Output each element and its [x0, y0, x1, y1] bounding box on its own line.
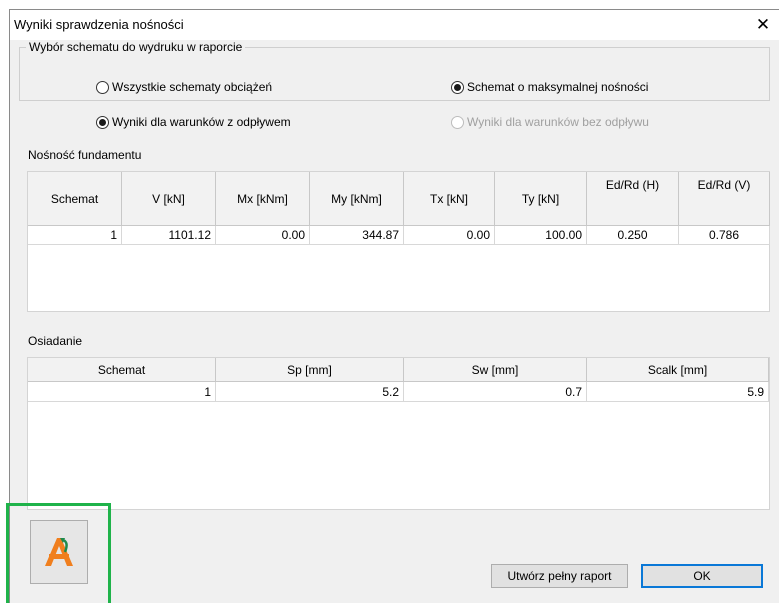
table-cell[interactable]: 5.2 [216, 382, 404, 402]
column-header[interactable]: Scalk [mm] [587, 358, 769, 382]
column-header[interactable]: Tx [kN] [404, 172, 495, 226]
column-header[interactable]: Ty [kN] [495, 172, 587, 226]
table-cell[interactable]: 0.250 [587, 226, 679, 245]
radio-selected-icon [96, 115, 109, 129]
settlement-header-row: Schemat Sp [mm] Sw [mm] Scalk [mm] [28, 358, 769, 382]
column-header[interactable]: Sp [mm] [216, 358, 404, 382]
column-header[interactable]: Ed/Rd (H) [587, 172, 679, 226]
column-header[interactable]: Schemat [28, 172, 122, 226]
table-cell[interactable]: 0.00 [404, 226, 495, 245]
capacity-table[interactable]: Schemat V [kN] Mx [kNm] My [kNm] Tx [kN]… [27, 171, 770, 312]
radio-circle-icon [451, 115, 464, 129]
radio-selected-icon [451, 80, 464, 94]
table-cell[interactable]: 1101.12 [122, 226, 216, 245]
radio-undrained: Wyniki dla warunków bez odpływu [451, 115, 649, 129]
table-row[interactable]: 1 1101.12 0.00 344.87 0.00 100.00 0.250 … [28, 226, 770, 245]
settlement-table[interactable]: Schemat Sp [mm] Sw [mm] Scalk [mm] 1 5.2… [27, 357, 770, 510]
title-bar: Wyniki sprawdzenia nośności ✕ [10, 10, 779, 40]
close-icon[interactable]: ✕ [746, 10, 779, 40]
radio-max-capacity[interactable]: Schemat o maksymalnej nośności [451, 80, 648, 94]
table-cell[interactable]: 1 [28, 382, 216, 402]
capacity-header-row: Schemat V [kN] Mx [kNm] My [kNm] Tx [kN]… [28, 172, 770, 226]
column-header[interactable]: V [kN] [122, 172, 216, 226]
table-cell[interactable]: 1 [28, 226, 122, 245]
table-cell[interactable]: 100.00 [495, 226, 587, 245]
capacity-section-label: Nośność fundamentu [28, 148, 142, 162]
table-cell[interactable]: 0.7 [404, 382, 587, 402]
column-header[interactable]: My [kNm] [310, 172, 404, 226]
column-header[interactable]: Ed/Rd (V) [679, 172, 770, 226]
ok-button[interactable]: OK [641, 564, 763, 588]
app-logo-icon [45, 538, 73, 566]
settlement-section-label: Osiadanie [28, 334, 83, 348]
radio-circle-icon [96, 80, 109, 94]
table-cell[interactable]: 344.87 [310, 226, 404, 245]
radio-label: Wyniki dla warunków z odpływem [112, 115, 291, 129]
table-row[interactable]: 1 5.2 0.7 5.9 [28, 382, 769, 402]
window-title: Wyniki sprawdzenia nośności [14, 17, 184, 32]
radio-label: Wszystkie schematy obciążeń [112, 80, 273, 94]
column-header[interactable]: Mx [kNm] [216, 172, 310, 226]
table-cell[interactable]: 0.786 [679, 226, 770, 245]
radio-label: Wyniki dla warunków bez odpływu [467, 115, 649, 129]
create-full-report-button[interactable]: Utwórz pełny raport [491, 564, 628, 588]
table-cell[interactable]: 5.9 [587, 382, 769, 402]
column-header[interactable]: Sw [mm] [404, 358, 587, 382]
radio-label: Schemat o maksymalnej nośności [467, 80, 649, 94]
app-logo-button[interactable] [30, 520, 88, 584]
report-scheme-legend: Wybór schematu do wydruku w raporcie [26, 40, 246, 54]
radio-all-schemes[interactable]: Wszystkie schematy obciążeń [96, 80, 272, 94]
column-header[interactable]: Schemat [28, 358, 216, 382]
radio-drained[interactable]: Wyniki dla warunków z odpływem [96, 115, 291, 129]
table-cell[interactable]: 0.00 [216, 226, 310, 245]
